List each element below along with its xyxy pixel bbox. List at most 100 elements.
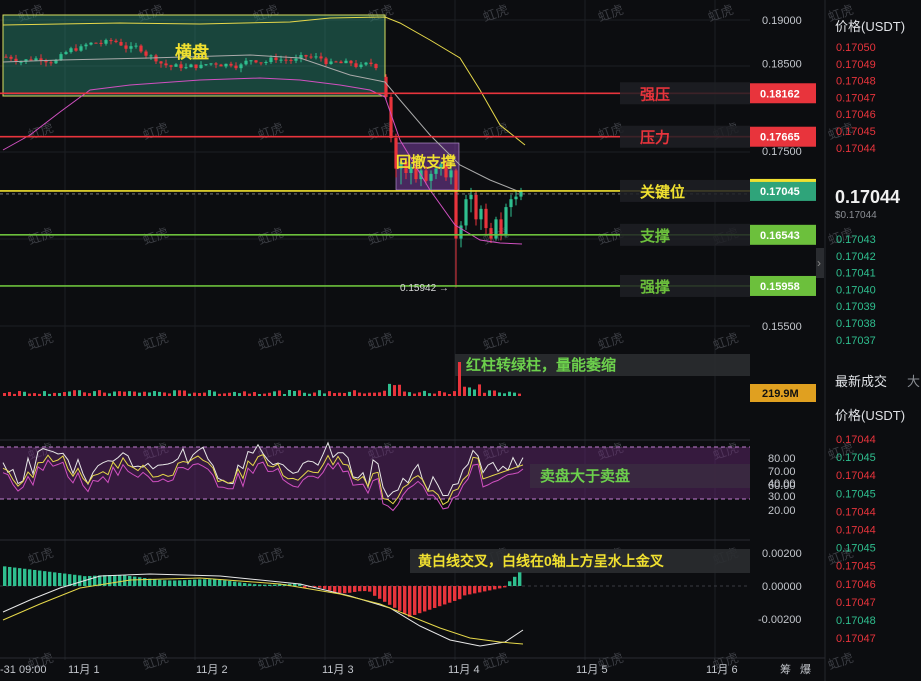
- last-price: 0.17044: [835, 187, 900, 207]
- macd-histogram-bar: [443, 586, 447, 605]
- macd-histogram-bar: [28, 569, 32, 586]
- trade-price: 0.17045: [836, 561, 876, 573]
- level-price-tag-top: [750, 178, 816, 182]
- macd-histogram-bar: [493, 586, 497, 590]
- volume-bar: [358, 392, 361, 396]
- candle-body: [249, 60, 253, 62]
- volume-bar: [353, 390, 356, 396]
- time-axis-label: 11月 1: [68, 664, 100, 676]
- macd-histogram-bar: [213, 579, 217, 586]
- ask-price: 0.17044: [836, 143, 876, 155]
- candle-body: [129, 46, 133, 49]
- bid-price: 0.17040: [836, 284, 876, 296]
- macd-histogram-bar: [18, 568, 22, 586]
- volume-bar: [133, 391, 136, 396]
- volume-bar: [383, 390, 386, 396]
- bottom-tool-label[interactable]: 爆: [800, 662, 811, 676]
- volume-bar: [213, 391, 216, 396]
- candle-body: [489, 228, 493, 239]
- time-axis-label: -31 09:00: [0, 664, 46, 676]
- candle-body: [209, 63, 213, 65]
- bid-price: 0.17039: [836, 301, 876, 313]
- volume-bar: [18, 391, 21, 396]
- volume-bar: [283, 393, 286, 396]
- macd-histogram-bar: [13, 567, 17, 586]
- trade-price: 0.17045: [836, 452, 876, 464]
- chevron-right-icon: ›: [817, 256, 821, 270]
- candle-body: [274, 57, 278, 61]
- macd-histogram-bar: [198, 579, 202, 586]
- volume-bar: [243, 391, 246, 396]
- time-axis-label: 11月 6: [706, 664, 738, 676]
- volume-bar: [138, 392, 141, 396]
- volume-bar: [193, 392, 196, 396]
- level-label: 压力: [640, 129, 670, 147]
- candle-body: [309, 56, 313, 58]
- macd-histogram-bar: [333, 586, 337, 593]
- volume-bar: [418, 392, 421, 396]
- candle-body: [94, 42, 98, 44]
- volume-bar: [78, 390, 81, 396]
- bid-price: 0.17038: [836, 318, 876, 330]
- volume-bar: [108, 393, 111, 396]
- macd-histogram-bar: [423, 586, 427, 612]
- macd-histogram-bar: [338, 586, 342, 594]
- volume-bar: [503, 393, 506, 396]
- volume-bar: [173, 390, 176, 396]
- volume-bar: [53, 392, 56, 396]
- trade-price: 0.17047: [836, 633, 876, 645]
- macd-histogram-bar: [163, 580, 167, 586]
- volume-bar: [483, 392, 486, 396]
- volume-bar: [493, 390, 496, 396]
- volume-bar: [318, 390, 321, 396]
- macd-histogram-bar: [253, 584, 257, 586]
- macd-histogram-bar: [128, 575, 132, 586]
- macd-histogram-bar: [508, 581, 512, 586]
- volume-bar: [38, 393, 41, 396]
- macd-histogram-bar: [368, 586, 372, 592]
- macd-histogram-bar: [193, 579, 197, 586]
- candle-body: [494, 219, 498, 239]
- candle-body: [304, 55, 308, 57]
- candle-body: [484, 208, 488, 229]
- candle-body: [324, 58, 328, 65]
- candle-body: [259, 62, 263, 64]
- candle-body: [344, 60, 348, 64]
- macd-histogram-bar: [183, 580, 187, 586]
- kdj-tick-label: 40.00: [768, 478, 796, 490]
- volume-bar: [23, 391, 26, 396]
- volume-bar: [333, 393, 336, 396]
- volume-bar: [323, 393, 326, 396]
- volume-bar: [188, 393, 191, 396]
- bid-price: 0.17043: [836, 234, 876, 246]
- volume-bar: [468, 387, 471, 396]
- trading-chart: 虹虎 虹虎 虹虎 虹虎 虹虎 虹虎 虹虎 虹虎虹虎 虹虎 虹虎 虹虎 虹虎 虹虎 虹虎虹虎 虹虎 虹虎 虹虎 虹虎…: [0, 0, 921, 681]
- trades-tab-large[interactable]: 大: [907, 374, 920, 389]
- bottom-tool-label[interactable]: 筹: [780, 662, 791, 676]
- ask-price: 0.17047: [836, 92, 876, 104]
- volume-bar: [473, 389, 476, 396]
- candle-body: [374, 64, 378, 69]
- macd-histogram-bar: [453, 586, 457, 601]
- level-price-text: 0.16543: [760, 230, 800, 242]
- volume-bar: [248, 393, 251, 396]
- volume-bar: [363, 393, 366, 396]
- candle-body: [49, 62, 53, 64]
- volume-bar: [208, 390, 211, 396]
- macd-histogram-bar: [478, 586, 482, 593]
- macd-histogram-bar: [3, 566, 7, 586]
- macd-histogram-bar: [353, 586, 357, 592]
- level-price-text: 0.17665: [760, 132, 800, 144]
- macd-histogram-bar: [258, 584, 262, 586]
- volume-bar: [488, 390, 491, 396]
- volume-bar: [413, 393, 416, 396]
- recent-trades-title[interactable]: 最新成交: [835, 374, 887, 389]
- candle-body: [479, 208, 483, 220]
- macd-histogram-bar: [233, 581, 237, 586]
- volume-bar: [273, 391, 276, 396]
- kdj-tick-label: 70.00: [768, 466, 796, 478]
- volume-bar: [93, 391, 96, 396]
- trade-price: 0.17044: [836, 525, 876, 537]
- candle-body: [144, 51, 148, 56]
- volume-bar: [98, 390, 101, 396]
